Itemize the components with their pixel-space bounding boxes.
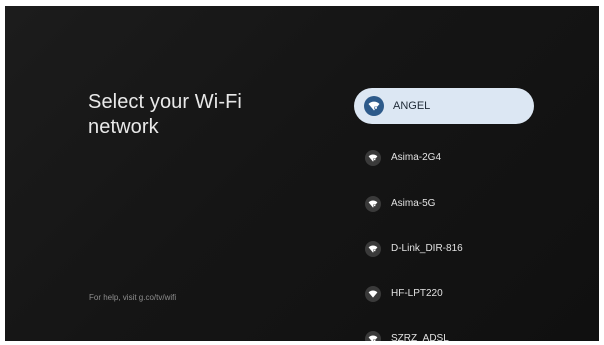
wifi-lock-icon (365, 331, 381, 341)
network-item-angel[interactable]: ANGEL (354, 88, 534, 124)
network-item-szrz-adsl[interactable]: SZRZ_ADSL (354, 321, 534, 341)
network-name: Asima-5G (391, 198, 436, 209)
page-title: Select your Wi-Fi network (88, 91, 242, 138)
wifi-lock-icon (365, 196, 381, 212)
wifi-lock-icon (365, 150, 381, 166)
network-name: ANGEL (393, 100, 431, 112)
wifi-lock-icon (364, 96, 384, 116)
network-name: Asima-2G4 (391, 152, 442, 163)
network-name: D-Link_DIR-816 (391, 243, 463, 254)
wifi-icon (365, 286, 381, 302)
network-item-asima-5g[interactable]: Asima-5G (354, 186, 534, 222)
network-item-d-link-dir-816[interactable]: D-Link_DIR-816 (354, 231, 534, 267)
network-name: SZRZ_ADSL (391, 333, 449, 341)
network-item-hf-lpt220[interactable]: HF-LPT220 (354, 276, 534, 312)
network-item-asima-2g4[interactable]: Asima-2G4 (354, 140, 534, 176)
help-text: For help, visit g.co/tv/wifi (89, 293, 177, 302)
wifi-setup-screen: Select your Wi-Fi network For help, visi… (5, 6, 599, 341)
network-name: HF-LPT220 (391, 288, 443, 299)
wifi-lock-icon (365, 241, 381, 257)
